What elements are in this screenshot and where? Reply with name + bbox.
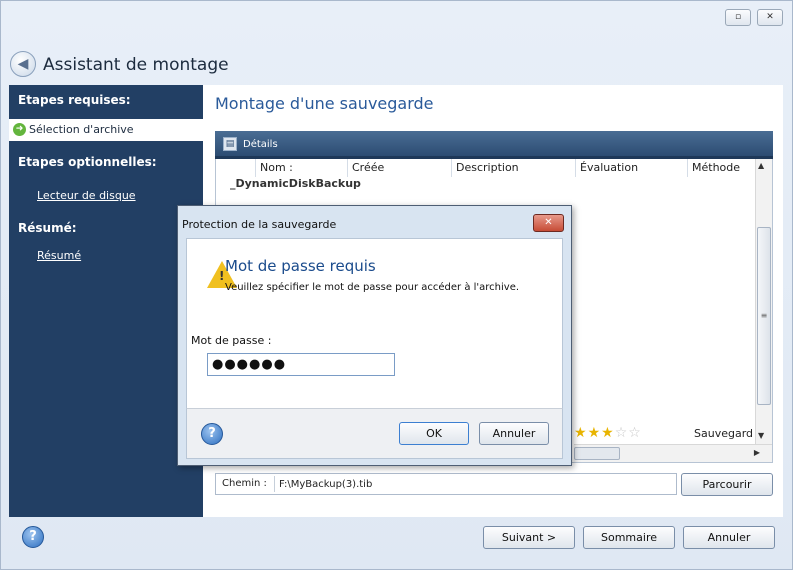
path-input[interactable]: [274, 476, 674, 492]
star-empty-icon: ☆: [628, 425, 642, 441]
scroll-up-icon[interactable]: ▲: [758, 161, 764, 170]
arrow-right-icon: ➜: [13, 123, 26, 136]
step-archive-selection-label: Sélection d'archive: [29, 123, 134, 136]
step-summary-link[interactable]: Résumé: [37, 249, 81, 262]
scroll-thumb[interactable]: ≡: [757, 227, 771, 405]
scroll-down-icon[interactable]: ▼: [758, 431, 764, 440]
details-icon: ▤: [223, 137, 237, 151]
path-label: Chemin :: [222, 478, 267, 489]
dialog-footer: ? OK Annuler: [186, 408, 563, 459]
hscroll-thumb[interactable]: [574, 447, 620, 460]
column-header-description[interactable]: Description: [452, 159, 576, 177]
details-bar[interactable]: ▤ Détails: [215, 131, 773, 159]
column-header-rating[interactable]: Évaluation: [576, 159, 688, 177]
summary-heading: Résumé:: [18, 221, 77, 235]
optional-steps-heading: Etapes optionnelles:: [18, 155, 157, 169]
step-archive-selection[interactable]: ➜ Sélection d'archive: [9, 119, 203, 141]
wizard-title: Assistant de montage: [43, 55, 229, 75]
dialog-body: ! Mot de passe requis Veuillez spécifier…: [186, 238, 563, 408]
column-header-created[interactable]: Créée: [348, 159, 452, 177]
summary-button[interactable]: Sommaire: [583, 526, 675, 549]
steps-sidebar: Etapes requises: ➜ Sélection d'archive E…: [9, 85, 203, 517]
dialog-close-button[interactable]: ✕: [533, 214, 564, 232]
dialog-message: Veuillez spécifier le mot de passe pour …: [225, 282, 520, 293]
column-header-method[interactable]: Méthode: [688, 159, 758, 177]
close-button[interactable]: ✕: [757, 9, 783, 26]
vertical-scrollbar[interactable]: ▲ ≡ ▼: [755, 159, 772, 445]
scroll-right-icon[interactable]: ▶: [754, 448, 760, 457]
page-title: Montage d'une sauvegarde: [215, 94, 434, 113]
dialog-title: Protection de la sauvegarde: [182, 218, 337, 231]
back-arrow-icon[interactable]: ◀: [10, 51, 36, 77]
password-label: Mot de passe :: [191, 334, 272, 347]
cancel-button[interactable]: Annuler: [683, 526, 775, 549]
method-cell: Sauvegard: [694, 427, 754, 440]
help-icon[interactable]: ?: [22, 526, 44, 548]
browse-button[interactable]: Parcourir: [681, 473, 773, 496]
star-icon: ★: [587, 425, 602, 441]
help-icon[interactable]: ?: [201, 423, 223, 445]
required-steps-heading: Etapes requises:: [18, 93, 131, 107]
password-field[interactable]: ●●●●●●: [207, 353, 395, 376]
password-dialog: Protection de la sauvegarde ✕ ! Mot de p…: [177, 205, 572, 466]
star-empty-icon: ☆: [614, 425, 629, 441]
horizontal-scrollbar[interactable]: ▶: [574, 444, 772, 462]
dialog-cancel-button[interactable]: Annuler: [479, 422, 549, 445]
list-item[interactable]: _DynamicDiskBackup: [230, 177, 361, 190]
rating-stars: ★★★☆☆: [574, 425, 642, 441]
star-icon: ★: [601, 425, 615, 441]
star-icon: ★: [574, 425, 588, 441]
step-disk-drive-link[interactable]: Lecteur de disque: [37, 189, 136, 202]
column-header-blank: [216, 159, 256, 177]
restore-button[interactable]: ▫: [725, 9, 751, 26]
dialog-heading: Mot de passe requis: [225, 257, 376, 275]
ok-button[interactable]: OK: [399, 422, 469, 445]
column-header-name[interactable]: Nom :: [256, 159, 348, 177]
details-label: Détails: [243, 139, 278, 150]
path-field: Chemin :: [215, 473, 677, 495]
next-button[interactable]: Suivant >: [483, 526, 575, 549]
